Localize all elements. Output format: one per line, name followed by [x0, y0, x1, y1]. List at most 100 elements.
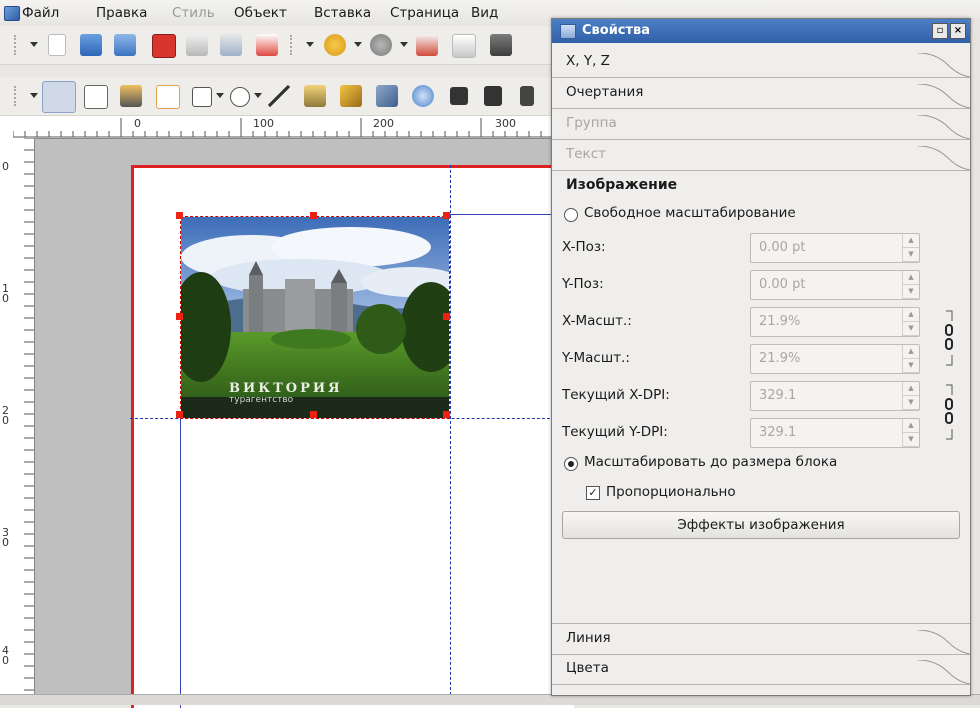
image-effects-button[interactable]: Эффекты изображения — [562, 511, 960, 539]
y-pos-row: Y-Поз: 0.00 pt ▲ ▼ — [562, 270, 962, 300]
section-text[interactable]: Текст — [552, 140, 970, 171]
section-label: Цвета — [566, 660, 609, 676]
edit-contents-icon[interactable] — [450, 87, 468, 105]
new-document-icon[interactable] — [48, 34, 66, 56]
paste-icon[interactable] — [490, 34, 512, 56]
x-scale-label: X-Масшт.: — [562, 313, 632, 329]
export-pdf-icon[interactable] — [256, 34, 278, 56]
open-folder-icon[interactable] — [80, 34, 102, 56]
tab-curve-icon — [918, 84, 970, 108]
free-scaling-radio[interactable] — [564, 208, 578, 222]
y-dpi-field[interactable]: 329.1 ▲ ▼ — [750, 418, 920, 448]
edit-text-icon[interactable] — [484, 86, 502, 106]
horizontal-ruler[interactable]: 0 100 200 300 — [13, 116, 553, 139]
ruler-label: 10 — [2, 282, 9, 305]
ruler-corner[interactable] — [0, 116, 14, 139]
redo-icon[interactable] — [370, 34, 392, 56]
menu-insert[interactable]: Вставка — [314, 5, 371, 21]
section-image-label[interactable]: Изображение — [566, 177, 677, 193]
menu-edit[interactable]: Правка — [96, 5, 147, 21]
menu-object[interactable]: Объект — [234, 5, 287, 21]
vertical-ruler[interactable]: 0 10 20 30 40 — [0, 138, 35, 694]
menu-view[interactable]: Вид — [471, 5, 498, 21]
spin-buttons[interactable]: ▲ ▼ — [902, 345, 919, 373]
copy-icon[interactable] — [452, 34, 476, 58]
y-scale-field[interactable]: 21.9% ▲ ▼ — [750, 344, 920, 374]
dropdown-arrow-icon[interactable] — [216, 93, 224, 98]
selection-handle[interactable] — [443, 212, 450, 219]
panel-titlebar[interactable]: Свойства ▫ × — [552, 19, 970, 43]
tab-curve-icon — [918, 53, 970, 77]
text-frame-icon[interactable] — [84, 85, 108, 109]
section-outline[interactable]: Очертания — [552, 78, 970, 109]
x-scale-value: 21.9% — [759, 314, 801, 329]
menu-style[interactable]: Стиль — [172, 5, 215, 21]
spin-buttons[interactable]: ▲ ▼ — [902, 234, 919, 262]
proportional-label: Пропорционально — [606, 484, 736, 500]
dropdown-arrow-icon[interactable] — [400, 42, 408, 47]
y-dpi-row: Текущий Y-DPI: 329.1 ▲ ▼ — [562, 418, 962, 448]
spin-buttons[interactable]: ▲ ▼ — [902, 382, 919, 410]
tab-curve-icon — [918, 115, 970, 139]
save-icon[interactable] — [114, 34, 136, 56]
x-pos-field[interactable]: 0.00 pt ▲ ▼ — [750, 233, 920, 263]
toolbar-separator — [290, 35, 298, 55]
toolbar-grip[interactable] — [14, 86, 22, 106]
selection-handle[interactable] — [176, 212, 183, 219]
image-frame-icon[interactable] — [120, 85, 142, 107]
y-pos-label: Y-Поз: — [562, 276, 604, 292]
selection-handle[interactable] — [443, 313, 450, 320]
dropdown-arrow-icon[interactable] — [254, 93, 262, 98]
dpi-chain-link-icon[interactable] — [944, 383, 954, 443]
freehand-icon[interactable] — [340, 85, 362, 107]
y-pos-field[interactable]: 0.00 pt ▲ ▼ — [750, 270, 920, 300]
rotate-icon[interactable] — [376, 85, 398, 107]
x-dpi-field[interactable]: 329.1 ▲ ▼ — [750, 381, 920, 411]
selection-handle[interactable] — [176, 411, 183, 418]
polygon-icon[interactable] — [230, 87, 250, 107]
selection-handle[interactable] — [176, 313, 183, 320]
section-line[interactable]: Линия — [552, 623, 970, 655]
print-icon[interactable] — [186, 34, 208, 56]
fit-to-frame-radio[interactable] — [564, 457, 578, 471]
x-pos-row: X-Поз: 0.00 pt ▲ ▼ — [562, 233, 962, 263]
dropdown-arrow-icon[interactable] — [30, 42, 38, 47]
link-frames-icon[interactable] — [520, 86, 534, 106]
spin-buttons[interactable]: ▲ ▼ — [902, 271, 919, 299]
close-icon[interactable]: × — [950, 23, 966, 39]
dropdown-arrow-icon[interactable] — [354, 42, 362, 47]
proportional-checkbox[interactable]: ✓ — [586, 486, 600, 500]
table-icon[interactable] — [156, 85, 180, 109]
brand-title: ВИКТОРИЯ — [229, 381, 343, 396]
close-document-icon[interactable] — [152, 34, 176, 58]
spin-buttons[interactable]: ▲ ▼ — [902, 419, 919, 447]
select-tool-icon[interactable] — [42, 81, 76, 113]
restore-icon[interactable]: ▫ — [932, 23, 948, 39]
toolbar-grip[interactable] — [14, 35, 22, 55]
x-dpi-value: 329.1 — [759, 388, 797, 403]
zoom-icon[interactable] — [412, 85, 434, 107]
selection-handle[interactable] — [443, 411, 450, 418]
x-scale-field[interactable]: 21.9% ▲ ▼ — [750, 307, 920, 337]
y-dpi-label: Текущий Y-DPI: — [562, 424, 668, 440]
scale-chain-link-icon[interactable] — [944, 309, 954, 369]
dropdown-arrow-icon[interactable] — [306, 42, 314, 47]
selection-handle[interactable] — [310, 212, 317, 219]
menu-file[interactable]: Файл — [22, 5, 59, 21]
preflight-icon[interactable] — [220, 34, 242, 56]
dropdown-arrow-icon[interactable] — [30, 93, 38, 98]
cut-icon[interactable] — [416, 34, 438, 56]
line-icon[interactable] — [268, 85, 290, 107]
bezier-icon[interactable] — [304, 85, 326, 107]
section-colors[interactable]: Цвета — [552, 654, 970, 685]
section-xyz[interactable]: X, Y, Z — [552, 47, 970, 78]
shape-icon[interactable] — [192, 87, 212, 107]
spin-buttons[interactable]: ▲ ▼ — [902, 308, 919, 336]
selection-handle[interactable] — [310, 411, 317, 418]
image-frame[interactable]: ВИКТОРИЯ турагентство — [180, 216, 450, 419]
undo-icon[interactable] — [324, 34, 346, 56]
section-group[interactable]: Группа — [552, 109, 970, 140]
ruler-label: 100 — [253, 117, 274, 130]
menu-page[interactable]: Страница — [390, 5, 459, 21]
main-toolbar — [0, 26, 560, 65]
